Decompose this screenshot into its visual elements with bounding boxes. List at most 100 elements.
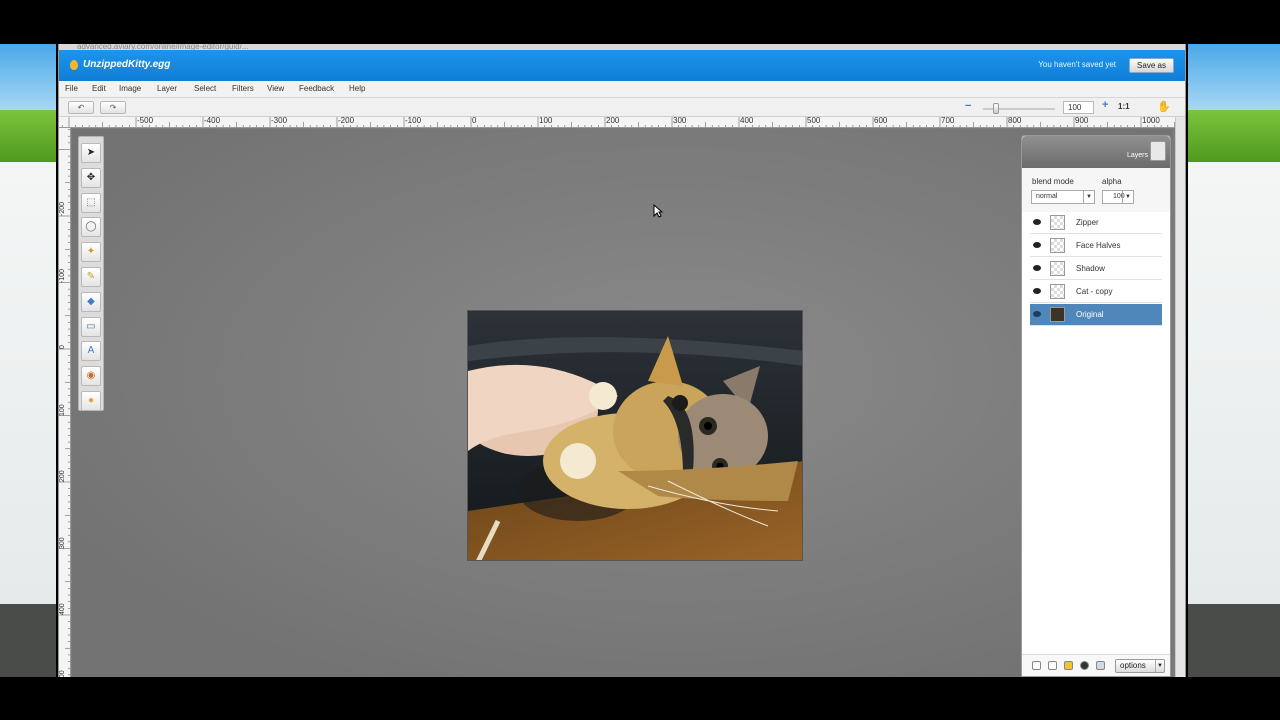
hand-icon[interactable]: ✋ xyxy=(1157,101,1171,114)
lock-icon[interactable] xyxy=(1064,661,1073,670)
lasso-tool-icon: ◯ xyxy=(85,221,97,233)
layer-row[interactable]: Cat - copy xyxy=(1030,281,1162,303)
ruler-label: 400 xyxy=(59,603,66,615)
layer-row[interactable]: Shadow xyxy=(1030,258,1162,280)
menu-filters[interactable]: Filters xyxy=(232,84,254,93)
eye-icon[interactable] xyxy=(1033,311,1041,317)
move-tool-icon: ✥ xyxy=(86,171,96,183)
zoom-out-icon[interactable]: − xyxy=(965,100,971,112)
menu-file[interactable]: File xyxy=(65,84,78,93)
zoom-slider-handle[interactable] xyxy=(993,103,999,114)
panel-menu-button[interactable] xyxy=(1150,141,1166,161)
ruler-label: 300 xyxy=(59,536,66,549)
ruler-label: 500 xyxy=(59,669,66,677)
ruler-label: 300 xyxy=(673,117,687,125)
document-title: UnzippedKitty.egg xyxy=(83,59,171,70)
marquee-tool-button[interactable]: ⬚ xyxy=(81,192,101,213)
vertical-ruler: -200 -100 0 100 200 300 400 500 xyxy=(59,128,71,677)
alpha-select[interactable]: 100 ▼ xyxy=(1102,190,1134,204)
layers-panel-title: Layers xyxy=(1126,152,1148,159)
ruler-label: 800 xyxy=(1008,117,1022,125)
eye-icon[interactable] xyxy=(1033,288,1041,294)
menu-layer[interactable]: Layer xyxy=(157,84,177,93)
ruler-label: -500 xyxy=(137,117,154,125)
layers-panel-header: Layers xyxy=(1022,136,1170,168)
duplicate-layer-icon[interactable] xyxy=(1048,661,1057,670)
layer-row[interactable]: Original xyxy=(1030,304,1162,326)
redo-button[interactable]: ↷ xyxy=(100,101,126,114)
cat-photo-canvas[interactable] xyxy=(467,310,803,561)
ruler-label: -400 xyxy=(204,117,221,125)
menu-help[interactable]: Help xyxy=(349,84,365,93)
menu-image[interactable]: Image xyxy=(119,84,141,93)
horizontal-ruler: -500 -400 -300 -200 -100 0 100 200 300 400 500 600 7… xyxy=(59,117,1177,128)
app-titlebar: UnzippedKitty.egg You haven't saved yet … xyxy=(59,50,1185,81)
blend-mode-select[interactable]: normal ▼ xyxy=(1031,190,1095,204)
ruler-label: 1000 xyxy=(1142,117,1160,125)
ruler-label: 600 xyxy=(874,117,888,125)
menu-feedback[interactable]: Feedback xyxy=(299,84,334,93)
blur-tool-icon: ● xyxy=(87,395,95,406)
magic-wand-tool-icon: ✦ xyxy=(86,246,96,258)
eye-icon[interactable] xyxy=(1033,242,1041,248)
redo-icon: ↷ xyxy=(109,103,117,112)
move-tool-button[interactable]: ✥ xyxy=(81,167,101,188)
brush-tool-button[interactable]: ✎ xyxy=(81,267,101,287)
save-status: You haven't saved yet xyxy=(1038,60,1116,69)
layer-row[interactable]: Face Halves xyxy=(1030,235,1162,257)
clone-tool-button[interactable]: ◉ xyxy=(81,366,101,387)
layer-thumbnail xyxy=(1050,215,1065,230)
ruler-label: 700 xyxy=(941,117,955,125)
chevron-down-icon: ▼ xyxy=(1122,191,1133,203)
text-tool-button[interactable]: A xyxy=(81,341,101,362)
fill-tool-button[interactable]: ◆ xyxy=(81,291,101,312)
layer-name: Cat - copy xyxy=(1076,287,1113,296)
layer-options-label: options xyxy=(1120,661,1146,670)
new-layer-icon[interactable] xyxy=(1032,661,1041,670)
layer-thumbnail xyxy=(1050,238,1065,253)
zoom-input[interactable]: 100 xyxy=(1063,101,1094,114)
aviary-logo-icon xyxy=(70,60,78,70)
lasso-tool-button[interactable]: ◯ xyxy=(81,217,101,238)
save-as-button[interactable]: Save as xyxy=(1129,58,1174,73)
vertical-scrollbar[interactable] xyxy=(1175,117,1185,677)
layer-name: Shadow xyxy=(1076,264,1105,273)
text-tool-icon: A xyxy=(87,345,95,357)
undo-button[interactable]: ↶ xyxy=(68,101,94,114)
pointer-tool-icon: ➤ xyxy=(86,147,96,158)
zoom-in-icon[interactable]: + xyxy=(1102,99,1108,111)
ruler-label: 0 xyxy=(59,345,66,349)
shape-tool-icon: ▭ xyxy=(86,320,96,332)
actual-size-button[interactable]: 1:1 xyxy=(1118,102,1130,111)
layer-thumbnail xyxy=(1050,261,1065,276)
layer-name: Original xyxy=(1076,310,1104,319)
ruler-label: 900 xyxy=(1075,117,1089,125)
layer-options-button[interactable]: options ▼ xyxy=(1115,659,1165,673)
image-editor-window: advanced.aviary.com/online/image-editor/… xyxy=(58,44,1186,677)
desktop-wallpaper-right xyxy=(1188,44,1280,677)
ruler-label: -100 xyxy=(405,117,422,125)
layer-thumbnail xyxy=(1050,284,1065,299)
cat-photo-image xyxy=(468,311,802,560)
eye-icon[interactable] xyxy=(1033,265,1041,271)
toolbar: ↶ ↷ − 100 + 1:1 ✋ xyxy=(59,98,1185,117)
fill-tool-icon: ◆ xyxy=(87,295,95,307)
ruler-label: -200 xyxy=(59,201,66,216)
visibility-toggle-icon[interactable] xyxy=(1080,661,1089,670)
menu-select[interactable]: Select xyxy=(194,84,216,93)
mouse-cursor-icon xyxy=(653,204,663,218)
menu-view[interactable]: View xyxy=(267,84,284,93)
menu-edit[interactable]: Edit xyxy=(92,84,106,93)
blend-mode-label: blend mode xyxy=(1032,177,1074,186)
eye-icon[interactable] xyxy=(1033,219,1041,225)
brush-tool-icon: ✎ xyxy=(86,271,96,282)
blur-tool-button[interactable]: ● xyxy=(81,391,101,411)
ruler-label: 0 xyxy=(472,117,477,125)
menu-bar: File Edit Image Layer Select Filters Vie… xyxy=(59,81,1185,98)
pointer-tool-button[interactable]: ➤ xyxy=(81,143,101,163)
shape-tool-button[interactable]: ▭ xyxy=(81,316,101,337)
layer-row[interactable]: Zipper xyxy=(1030,212,1162,234)
ruler-label: 100 xyxy=(539,117,553,125)
magic-wand-tool-button[interactable]: ✦ xyxy=(81,242,101,263)
trash-icon[interactable] xyxy=(1096,661,1105,670)
